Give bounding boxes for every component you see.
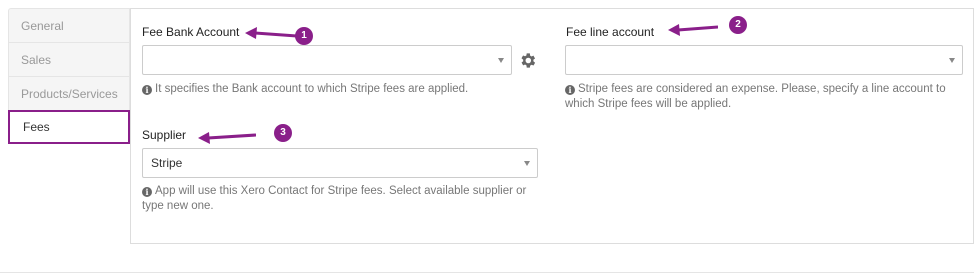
- fee-bank-account-label: Fee Bank Account: [142, 25, 240, 39]
- gear-icon[interactable]: [518, 51, 537, 70]
- supplier-select[interactable]: Stripe: [142, 148, 538, 178]
- divider: [0, 272, 974, 273]
- annotation-badge-1: 1: [295, 27, 313, 45]
- info-icon: i: [565, 85, 575, 95]
- annotation-arrow-2: [668, 24, 718, 36]
- chevron-down-icon: [524, 161, 530, 166]
- supplier-label: Supplier: [142, 128, 187, 142]
- supplier-value: Stripe: [151, 156, 183, 170]
- annotation-arrow-1: [245, 27, 297, 39]
- tab-sales[interactable]: Sales: [8, 42, 130, 76]
- supplier-help: i App will use this Xero Contact for Stri…: [142, 185, 527, 212]
- chevron-down-icon: [949, 58, 955, 63]
- chevron-down-icon: [498, 58, 504, 63]
- annotation-arrow-3: [198, 132, 256, 144]
- fee-line-account-label: Fee line account: [566, 25, 655, 39]
- info-icon: i: [142, 187, 152, 197]
- fee-bank-account-help: i It specifies the Bank account to which …: [142, 82, 532, 97]
- fee-line-account-help: i Stripe fees are considered an expense. …: [565, 83, 946, 110]
- tab-products-services[interactable]: Products/Services: [8, 76, 130, 110]
- tab-fees[interactable]: Fees: [8, 110, 130, 144]
- info-icon: i: [142, 85, 152, 95]
- tab-general[interactable]: General: [8, 8, 130, 42]
- annotation-badge-2: 2: [729, 16, 747, 34]
- annotation-badge-3: 3: [274, 124, 292, 142]
- fee-bank-account-select[interactable]: [142, 45, 512, 75]
- fee-line-account-select[interactable]: [565, 45, 963, 75]
- settings-tabs: General Sales Products/Services Fees: [8, 8, 130, 144]
